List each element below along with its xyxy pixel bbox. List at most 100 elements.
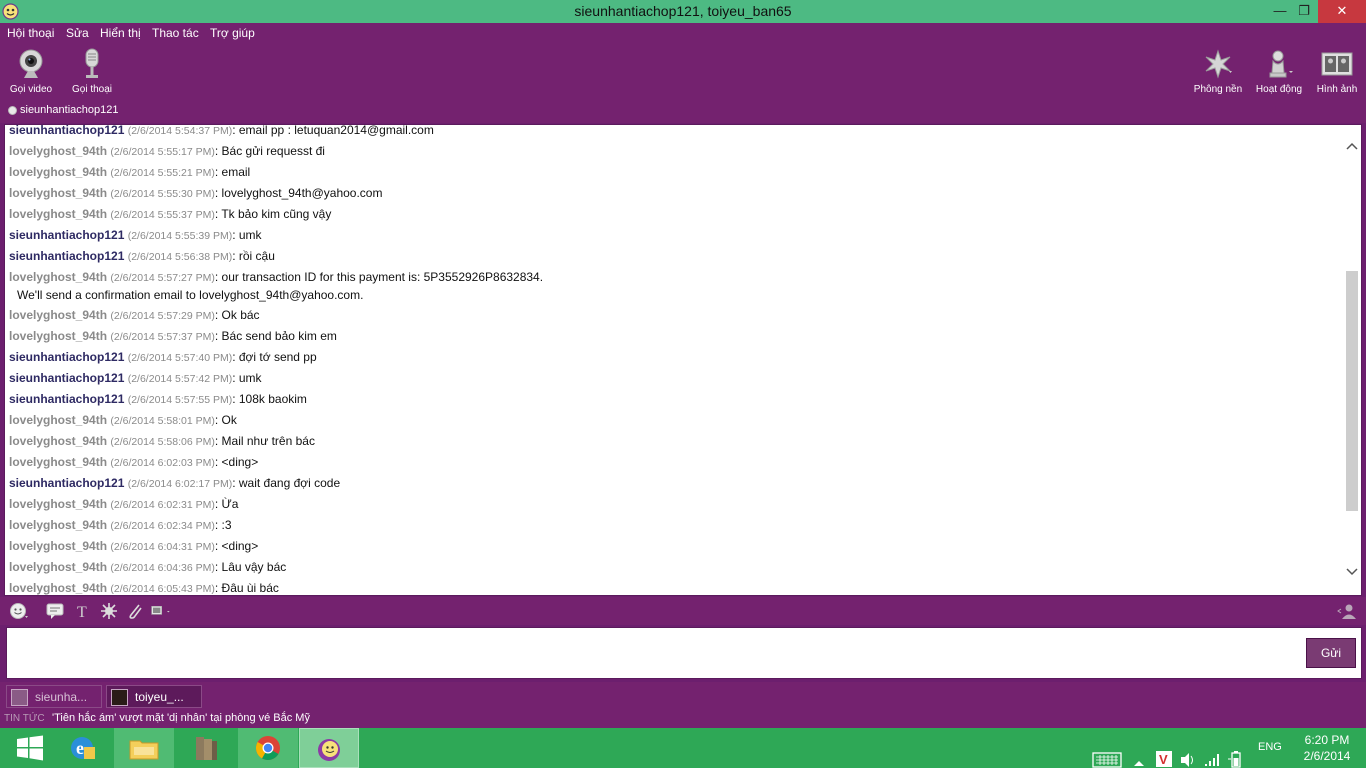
menu-help[interactable]: Trợ giúp xyxy=(210,26,255,40)
message-sender[interactable]: sieunhantiachop121 xyxy=(9,476,124,490)
message-row: sieunhantiachop121 (2/6/2014 5:57:40 PM)… xyxy=(9,350,317,364)
message-sender[interactable]: sieunhantiachop121 xyxy=(9,249,124,263)
message-sender[interactable]: lovelyghost_94th xyxy=(9,413,107,427)
message-sender[interactable]: lovelyghost_94th xyxy=(9,539,107,553)
emoticon-icon[interactable] xyxy=(9,602,29,620)
message-sender[interactable]: lovelyghost_94th xyxy=(9,329,107,343)
contact-bar: sieunhantiachop121 xyxy=(0,99,1366,123)
message-row: lovelyghost_94th (2/6/2014 6:02:34 PM): … xyxy=(9,518,232,532)
video-call-button[interactable]: Gọi video xyxy=(1,47,61,95)
nudge-icon[interactable] xyxy=(99,602,119,620)
message-sender[interactable]: lovelyghost_94th xyxy=(9,165,107,179)
background-icon xyxy=(1205,49,1232,79)
audible-icon[interactable] xyxy=(45,602,65,620)
message-sender[interactable]: lovelyghost_94th xyxy=(9,455,107,469)
contact-info-icon[interactable] xyxy=(1337,602,1357,620)
message-timestamp: (2/6/2014 5:55:21 PM) xyxy=(110,167,215,179)
message-list: sieunhantiachop121 (2/6/2014 5:54:37 PM)… xyxy=(9,125,1339,595)
conversation-pane[interactable]: sieunhantiachop121 (2/6/2014 5:54:37 PM)… xyxy=(4,124,1362,596)
menu-actions[interactable]: Thao tác xyxy=(152,26,199,40)
message-timestamp: (2/6/2014 5:57:40 PM) xyxy=(127,352,233,364)
tab-toiyeu-ban65[interactable]: toiyeu_... xyxy=(106,685,202,708)
message-row: lovelyghost_94th (2/6/2014 6:02:03 PM): … xyxy=(9,455,259,469)
message-sender[interactable]: lovelyghost_94th xyxy=(9,207,107,221)
message-sender[interactable]: lovelyghost_94th xyxy=(9,144,107,158)
format-toolbar: T xyxy=(0,597,1366,625)
message-sender[interactable]: sieunhantiachop121 xyxy=(9,228,124,242)
message-text: wait đang đợi code xyxy=(238,476,341,490)
message-sender[interactable]: lovelyghost_94th xyxy=(9,434,107,448)
message-row: sieunhantiachop121 (2/6/2014 6:02:17 PM)… xyxy=(9,476,341,490)
message-timestamp: (2/6/2014 6:04:36 PM) xyxy=(110,562,215,574)
menu-view[interactable]: Hiển thị xyxy=(100,26,141,40)
taskbar-file-explorer[interactable] xyxy=(114,728,174,768)
message-sender[interactable]: lovelyghost_94th xyxy=(9,518,107,532)
contact-name[interactable]: sieunhantiachop121 xyxy=(20,104,118,116)
tab-label: toiyeu_... xyxy=(135,690,184,704)
message-sender[interactable]: lovelyghost_94th xyxy=(9,560,107,574)
message-timestamp: (2/6/2014 5:55:30 PM) xyxy=(110,188,215,200)
photos-button[interactable]: Hình ảnh xyxy=(1307,47,1366,95)
message-sender[interactable]: lovelyghost_94th xyxy=(9,186,107,200)
message-text: Bác gửi requesst đi xyxy=(221,144,325,158)
voice-call-button[interactable]: Gọi thoại xyxy=(62,47,122,95)
internet-explorer-icon: e xyxy=(71,737,95,759)
share-photo-icon[interactable] xyxy=(151,602,171,620)
scroll-up-icon[interactable] xyxy=(1346,141,1358,151)
taskbar-books-app[interactable] xyxy=(176,728,236,768)
maximize-button[interactable]: ❐ xyxy=(1290,0,1318,23)
message-input-area: Gửi xyxy=(6,627,1362,679)
message-sender[interactable]: lovelyghost_94th xyxy=(9,497,107,511)
volume-icon[interactable] xyxy=(1179,740,1197,768)
text-format-icon[interactable]: T xyxy=(73,602,93,620)
message-sender[interactable]: lovelyghost_94th xyxy=(9,270,107,284)
message-input[interactable] xyxy=(11,632,1291,674)
activity-label: Hoạt động xyxy=(1255,84,1303,95)
message-sender[interactable]: sieunhantiachop121 xyxy=(9,350,124,364)
background-button[interactable]: Phông nền xyxy=(1188,47,1248,95)
clock[interactable]: 6:20 PM 2/6/2014 xyxy=(1296,732,1358,764)
tray-expand-icon[interactable] xyxy=(1133,743,1145,768)
microphone-icon xyxy=(85,48,99,78)
menu-conversation[interactable]: Hội thoại xyxy=(7,26,54,40)
scroll-down-icon[interactable] xyxy=(1346,567,1358,577)
start-button[interactable] xyxy=(0,728,60,768)
message-text: 108k baokim xyxy=(238,392,307,406)
antivirus-icon[interactable]: V xyxy=(1155,739,1173,768)
background-label: Phông nền xyxy=(1193,84,1243,95)
network-icon[interactable] xyxy=(1203,740,1221,768)
message-text: đợi tớ send pp xyxy=(238,350,317,364)
scrollbar-thumb[interactable] xyxy=(1346,271,1358,511)
file-explorer-icon xyxy=(129,740,159,760)
message-text: Lâu vậy bác xyxy=(221,560,287,574)
message-sender[interactable]: sieunhantiachop121 xyxy=(9,125,124,137)
taskbar: e V ENG 6:20 PM 2/6/2014 xyxy=(0,728,1366,768)
taskbar-chrome[interactable] xyxy=(238,728,298,768)
news-tag: TIN TỨC xyxy=(4,713,45,724)
message-text: Bác send bảo kim em xyxy=(221,329,337,343)
message-sender[interactable]: lovelyghost_94th xyxy=(9,581,107,595)
activity-button[interactable]: Hoạt động xyxy=(1249,47,1309,95)
send-button[interactable]: Gửi xyxy=(1306,638,1356,668)
keyboard-icon[interactable] xyxy=(1092,740,1122,768)
news-headline[interactable]: 'Tiên hắc ám' vượt mặt 'dị nhân' tại phò… xyxy=(52,712,310,724)
message-sender[interactable]: sieunhantiachop121 xyxy=(9,371,124,385)
message-sender[interactable]: lovelyghost_94th xyxy=(9,308,107,322)
message-row: sieunhantiachop121 (2/6/2014 5:57:55 PM)… xyxy=(9,392,307,406)
close-button[interactable]: ✕ xyxy=(1318,0,1366,23)
message-row: lovelyghost_94th (2/6/2014 5:55:21 PM): … xyxy=(9,165,251,179)
tab-label: sieunha... xyxy=(35,690,88,704)
menu-edit[interactable]: Sửa xyxy=(66,26,89,40)
vertical-scrollbar[interactable] xyxy=(1343,125,1361,595)
yahoo-messenger-icon xyxy=(318,739,340,761)
message-sender[interactable]: sieunhantiachop121 xyxy=(9,392,124,406)
taskbar-yahoo-messenger[interactable] xyxy=(299,728,359,768)
attach-icon[interactable] xyxy=(125,602,145,620)
message-text: :3 xyxy=(221,518,232,532)
tab-sieunhantiachop121[interactable]: sieunha... xyxy=(6,685,102,708)
taskbar-internet-explorer[interactable]: e xyxy=(52,728,112,768)
battery-icon[interactable] xyxy=(1227,739,1245,768)
language-indicator[interactable]: ENG xyxy=(1258,741,1282,768)
message-row: lovelyghost_94th (2/6/2014 6:02:31 PM): … xyxy=(9,497,239,511)
message-row: lovelyghost_94th (2/6/2014 5:55:37 PM): … xyxy=(9,207,332,221)
